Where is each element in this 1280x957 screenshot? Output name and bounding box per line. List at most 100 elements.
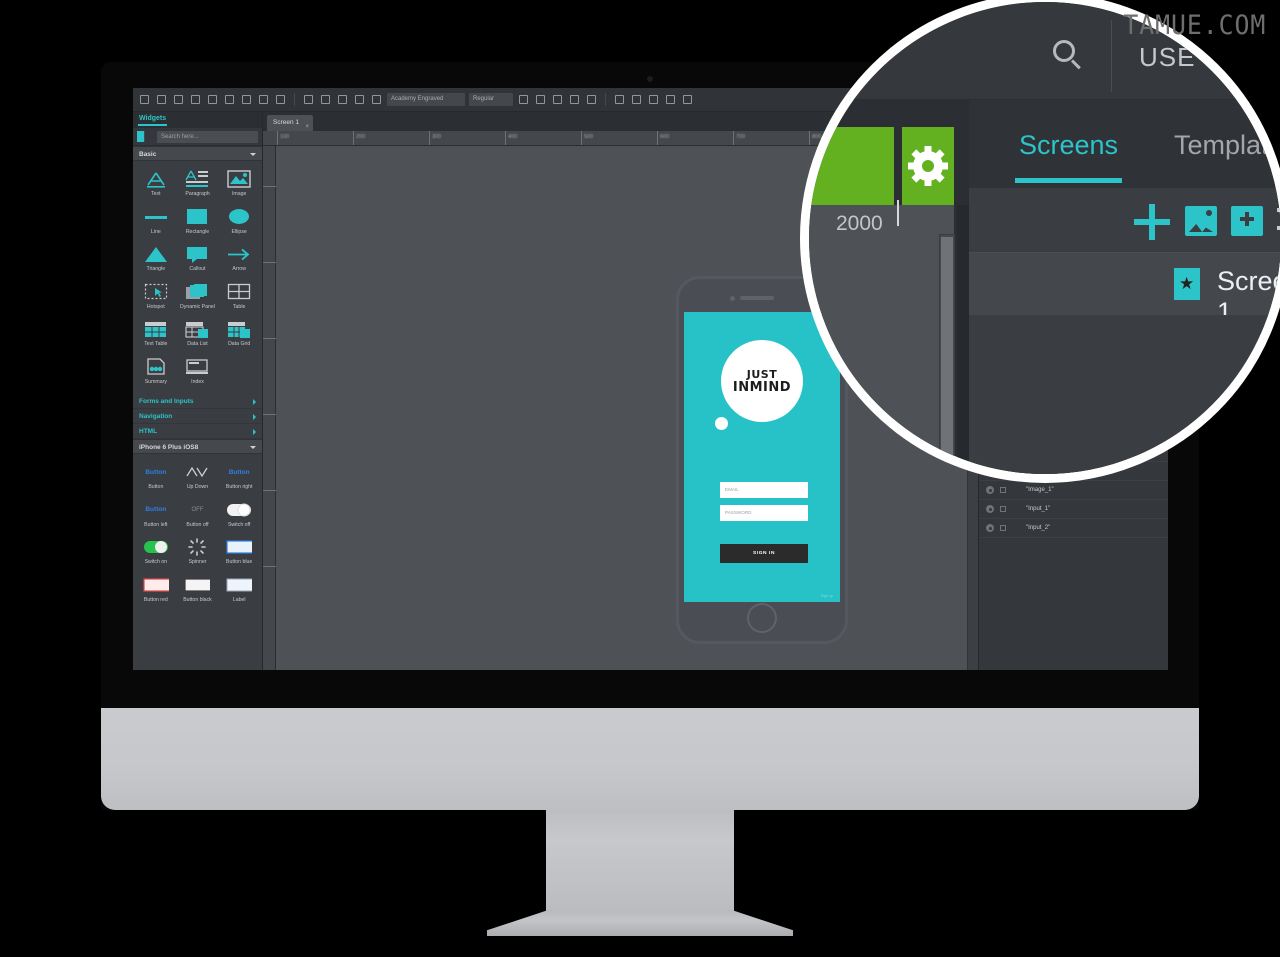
widget-up-down[interactable]: Up Down bbox=[177, 458, 219, 496]
add-folder-icon[interactable] bbox=[1231, 206, 1263, 236]
widget-text[interactable]: Text bbox=[135, 165, 177, 203]
magnified-canvas[interactable] bbox=[809, 205, 954, 474]
close-icon[interactable] bbox=[223, 93, 236, 106]
widget-data-grid[interactable]: Data Grid bbox=[218, 315, 260, 353]
widget-rectangle[interactable]: Rectangle bbox=[177, 203, 219, 241]
tree-item-input2[interactable]: "Input_2" bbox=[979, 519, 1168, 538]
link-icon[interactable] bbox=[370, 93, 383, 106]
visibility-icon[interactable] bbox=[986, 486, 994, 494]
signup-link[interactable]: Sign up bbox=[821, 594, 833, 598]
password-field[interactable]: PASSWORD bbox=[720, 505, 808, 521]
text-color-icon[interactable] bbox=[630, 93, 643, 106]
widget-hotspot[interactable]: Hotspot bbox=[135, 278, 177, 316]
fill-color-icon[interactable] bbox=[647, 93, 660, 106]
document-tab-screen1[interactable]: Screen 1 × bbox=[267, 115, 314, 131]
widget-button-off[interactable]: OFF Button off bbox=[177, 496, 219, 534]
widget-index[interactable]: Index bbox=[177, 353, 219, 391]
tab-widgets[interactable]: Widgets bbox=[137, 115, 168, 126]
signin-button[interactable]: SIGN IN bbox=[720, 544, 808, 563]
font-style-select[interactable]: Regular bbox=[469, 93, 513, 106]
font-family-select[interactable]: Academy Engraved bbox=[387, 93, 465, 106]
widget-dynamic-panel[interactable]: Dynamic Panel bbox=[177, 278, 219, 316]
open-folder-icon[interactable] bbox=[155, 93, 168, 106]
section-forms-and-inputs[interactable]: Forms and Inputs bbox=[133, 394, 262, 409]
lock-checkbox[interactable] bbox=[1000, 525, 1006, 531]
widget-line[interactable]: Line bbox=[135, 203, 177, 241]
widget-button-right[interactable]: Button Button right bbox=[218, 458, 260, 496]
widget-ellipse[interactable]: Ellipse bbox=[218, 203, 260, 241]
magnified-simulate-button[interactable] bbox=[809, 127, 894, 205]
widget-button-red[interactable]: Button red bbox=[135, 571, 177, 609]
align-left-icon[interactable] bbox=[613, 93, 626, 106]
widget-button-left[interactable]: Button Button left bbox=[135, 496, 177, 534]
widget-button[interactable]: Button Button bbox=[135, 458, 177, 496]
widget-search-input[interactable]: Search here... bbox=[157, 130, 258, 143]
widget-summary[interactable]: Summary bbox=[135, 353, 177, 391]
widget-triangle[interactable]: Triangle bbox=[135, 240, 177, 278]
text-icon[interactable] bbox=[189, 93, 202, 106]
font-size-decrease-icon[interactable] bbox=[517, 93, 530, 106]
section-html[interactable]: HTML bbox=[133, 424, 262, 439]
underline-icon[interactable] bbox=[585, 93, 598, 106]
phone-home-button[interactable] bbox=[747, 603, 777, 633]
add-screen-icon[interactable] bbox=[1134, 204, 1170, 240]
widget-arrow[interactable]: Arrow bbox=[218, 240, 260, 278]
chevron-right-icon bbox=[253, 399, 256, 405]
bold-icon[interactable] bbox=[551, 93, 564, 106]
widget-image[interactable]: Image bbox=[218, 165, 260, 203]
widget-table[interactable]: Table bbox=[218, 278, 260, 316]
shape-icon[interactable] bbox=[172, 93, 185, 106]
new-file-icon[interactable] bbox=[138, 93, 151, 106]
widget-switch-off[interactable]: Switch off bbox=[218, 496, 260, 534]
email-field[interactable]: EMAIL bbox=[720, 482, 808, 498]
widget-switch-on[interactable]: Switch on bbox=[135, 533, 177, 571]
widget-button-black[interactable]: Button black bbox=[177, 571, 219, 609]
section-navigation[interactable]: Navigation bbox=[133, 409, 262, 424]
widget-paragraph[interactable]: Paragraph bbox=[177, 165, 219, 203]
ruler-tick bbox=[897, 200, 899, 226]
tree-item-input1[interactable]: "Input_1" bbox=[979, 500, 1168, 519]
search-icon[interactable] bbox=[1053, 40, 1083, 70]
button-off-widget-icon: OFF bbox=[184, 500, 210, 520]
tab-templates[interactable]: Templates bbox=[1174, 130, 1280, 161]
eyedropper-icon[interactable] bbox=[336, 93, 349, 106]
button-left-widget-icon: Button bbox=[143, 500, 169, 520]
redo-icon[interactable] bbox=[274, 93, 287, 106]
section-basic[interactable]: Basic bbox=[133, 146, 262, 161]
line-widget-icon bbox=[143, 207, 169, 227]
help-icon[interactable] bbox=[353, 93, 366, 106]
pointer-icon[interactable] bbox=[302, 93, 315, 106]
document-tab-label: Screen 1 bbox=[273, 119, 300, 126]
rect-icon[interactable] bbox=[206, 93, 219, 106]
widget-label: Callout bbox=[189, 266, 206, 272]
widget-callout[interactable]: Callout bbox=[177, 240, 219, 278]
screen-list-item[interactable]: Screen 1 bbox=[969, 253, 1280, 327]
widgets-search-row: Search here... bbox=[133, 128, 262, 146]
library-icon[interactable] bbox=[137, 131, 145, 142]
shadow-icon[interactable] bbox=[681, 93, 694, 106]
widget-data-list[interactable]: Data List bbox=[177, 315, 219, 353]
user-label[interactable]: USE bbox=[1139, 42, 1195, 73]
border-icon[interactable] bbox=[664, 93, 677, 106]
tree-item-image1[interactable]: "Image_1" bbox=[979, 481, 1168, 500]
widget-spinner[interactable]: Spinner bbox=[177, 533, 219, 571]
tab-screens[interactable]: Screens bbox=[1014, 130, 1123, 183]
zoom-icon[interactable] bbox=[319, 93, 332, 106]
lock-checkbox[interactable] bbox=[1000, 506, 1006, 512]
widget-label: Table bbox=[232, 303, 246, 310]
widget-text-table[interactable]: Text Table bbox=[135, 315, 177, 353]
lock-checkbox[interactable] bbox=[1000, 487, 1006, 493]
visibility-icon[interactable] bbox=[986, 524, 994, 532]
export-icon[interactable] bbox=[240, 93, 253, 106]
magnified-scrollbar-thumb[interactable] bbox=[941, 237, 953, 474]
undo-icon[interactable] bbox=[257, 93, 270, 106]
widget-label[interactable]: Label bbox=[218, 571, 260, 609]
italic-icon[interactable] bbox=[568, 93, 581, 106]
widget-button-blue[interactable]: Button blue bbox=[218, 533, 260, 571]
font-size-increase-icon[interactable] bbox=[534, 93, 547, 106]
visibility-icon[interactable] bbox=[986, 505, 994, 513]
magnified-simulate-settings-button[interactable] bbox=[902, 127, 954, 205]
add-image-icon[interactable] bbox=[1185, 206, 1217, 236]
ruler-label: 700 bbox=[736, 134, 746, 140]
section-iphone6plus[interactable]: iPhone 6 Plus iOS8 bbox=[133, 439, 262, 454]
